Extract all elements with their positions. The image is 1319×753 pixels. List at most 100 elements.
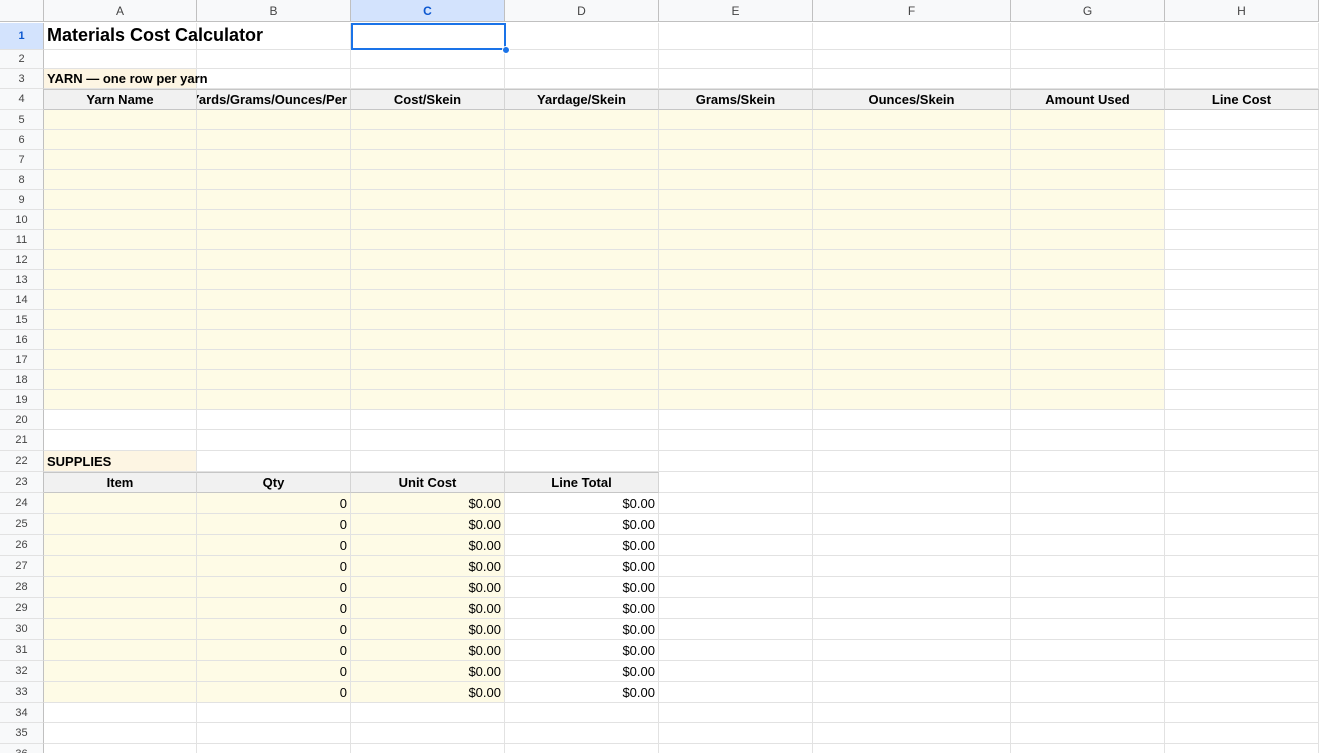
row-header-18[interactable]: 18: [0, 370, 44, 390]
cell-b21[interactable]: [197, 430, 351, 451]
cell-e19[interactable]: [659, 390, 813, 410]
row-header-8[interactable]: 8: [0, 170, 44, 190]
column-header-f[interactable]: F: [813, 0, 1011, 22]
row-header-5[interactable]: 5: [0, 110, 44, 130]
fill-handle[interactable]: [502, 46, 510, 54]
cell-f25[interactable]: [813, 514, 1011, 535]
cell-h33[interactable]: [1165, 682, 1319, 703]
column-header-d[interactable]: D: [505, 0, 659, 22]
cell-g1[interactable]: [1011, 23, 1165, 50]
cell-h15[interactable]: [1165, 310, 1319, 330]
cell-c15[interactable]: [351, 310, 505, 330]
cell-f23[interactable]: [813, 472, 1011, 493]
cell-b17[interactable]: [197, 350, 351, 370]
row-header-13[interactable]: 13: [0, 270, 44, 290]
cell-d18[interactable]: [505, 370, 659, 390]
supplies-line-total-cell[interactable]: $0.00: [505, 493, 659, 514]
cell-b35[interactable]: [197, 723, 351, 744]
cell-f3[interactable]: [813, 69, 1011, 89]
cell-b36[interactable]: [197, 744, 351, 753]
cell-h2[interactable]: [1165, 50, 1319, 69]
cell-g27[interactable]: [1011, 556, 1165, 577]
cell-a13[interactable]: [44, 270, 197, 290]
cell-f13[interactable]: [813, 270, 1011, 290]
supplies-qty-cell[interactable]: 0: [197, 514, 351, 535]
cell-c7[interactable]: [351, 150, 505, 170]
cell-g22[interactable]: [1011, 451, 1165, 472]
cell-c20[interactable]: [351, 410, 505, 430]
supplies-line-total-cell[interactable]: $0.00: [505, 556, 659, 577]
row-header-30[interactable]: 30: [0, 619, 44, 640]
cell-f18[interactable]: [813, 370, 1011, 390]
cell-b22[interactable]: [197, 451, 351, 472]
cell-e26[interactable]: [659, 535, 813, 556]
cell-b18[interactable]: [197, 370, 351, 390]
supplies-item-cell[interactable]: [44, 514, 197, 535]
cell-h12[interactable]: [1165, 250, 1319, 270]
cell-f5[interactable]: [813, 110, 1011, 130]
cell-g23[interactable]: [1011, 472, 1165, 493]
cell-h1[interactable]: [1165, 23, 1319, 50]
cell-d21[interactable]: [505, 430, 659, 451]
cell-c9[interactable]: [351, 190, 505, 210]
supplies-qty-cell[interactable]: 0: [197, 577, 351, 598]
cell-g35[interactable]: [1011, 723, 1165, 744]
cell-g2[interactable]: [1011, 50, 1165, 69]
cell-g14[interactable]: [1011, 290, 1165, 310]
cell-f26[interactable]: [813, 535, 1011, 556]
cell-b13[interactable]: [197, 270, 351, 290]
cell-e11[interactable]: [659, 230, 813, 250]
cell-e27[interactable]: [659, 556, 813, 577]
cell-h25[interactable]: [1165, 514, 1319, 535]
supplies-header-unit-cost[interactable]: Unit Cost: [351, 472, 505, 493]
supplies-qty-cell[interactable]: 0: [197, 682, 351, 703]
cell-e18[interactable]: [659, 370, 813, 390]
column-header-e[interactable]: E: [659, 0, 813, 22]
cell-g31[interactable]: [1011, 640, 1165, 661]
cell-e25[interactable]: [659, 514, 813, 535]
supplies-qty-cell[interactable]: 0: [197, 598, 351, 619]
cell-f24[interactable]: [813, 493, 1011, 514]
supplies-qty-cell[interactable]: 0: [197, 556, 351, 577]
cell-h22[interactable]: [1165, 451, 1319, 472]
cell-h3[interactable]: [1165, 69, 1319, 89]
cell-a5[interactable]: [44, 110, 197, 130]
cell-h17[interactable]: [1165, 350, 1319, 370]
cell-f32[interactable]: [813, 661, 1011, 682]
cell-f22[interactable]: [813, 451, 1011, 472]
row-header-26[interactable]: 26: [0, 535, 44, 556]
cell-e13[interactable]: [659, 270, 813, 290]
row-header-9[interactable]: 9: [0, 190, 44, 210]
cell-b5[interactable]: [197, 110, 351, 130]
cell-e30[interactable]: [659, 619, 813, 640]
supplies-item-cell[interactable]: [44, 493, 197, 514]
supplies-unit-cost-cell[interactable]: $0.00: [351, 640, 505, 661]
cell-e7[interactable]: [659, 150, 813, 170]
cell-f16[interactable]: [813, 330, 1011, 350]
cell-e3[interactable]: [659, 69, 813, 89]
spreadsheet-grid[interactable]: A B C D E F G H 1 2 3 4 5 6 7 8 9 10 11 12 13 14 15 16 17 18 19 20 2…: [0, 0, 1319, 753]
cell-a11[interactable]: [44, 230, 197, 250]
cell-f30[interactable]: [813, 619, 1011, 640]
cell-g5[interactable]: [1011, 110, 1165, 130]
cell-c21[interactable]: [351, 430, 505, 451]
cell-e24[interactable]: [659, 493, 813, 514]
supplies-unit-cost-cell[interactable]: $0.00: [351, 493, 505, 514]
cell-e14[interactable]: [659, 290, 813, 310]
cell-b10[interactable]: [197, 210, 351, 230]
column-header-c[interactable]: C: [351, 0, 505, 22]
cell-h10[interactable]: [1165, 210, 1319, 230]
supplies-qty-cell[interactable]: 0: [197, 493, 351, 514]
row-header-22[interactable]: 22: [0, 451, 44, 472]
row-header-6[interactable]: 6: [0, 130, 44, 150]
row-header-15[interactable]: 15: [0, 310, 44, 330]
cell-d10[interactable]: [505, 210, 659, 230]
cell-a14[interactable]: [44, 290, 197, 310]
row-header-36[interactable]: 36: [0, 744, 44, 753]
cell-h26[interactable]: [1165, 535, 1319, 556]
cell-e21[interactable]: [659, 430, 813, 451]
supplies-qty-cell[interactable]: 0: [197, 661, 351, 682]
cell-h27[interactable]: [1165, 556, 1319, 577]
row-header-25[interactable]: 25: [0, 514, 44, 535]
cell-e36[interactable]: [659, 744, 813, 753]
